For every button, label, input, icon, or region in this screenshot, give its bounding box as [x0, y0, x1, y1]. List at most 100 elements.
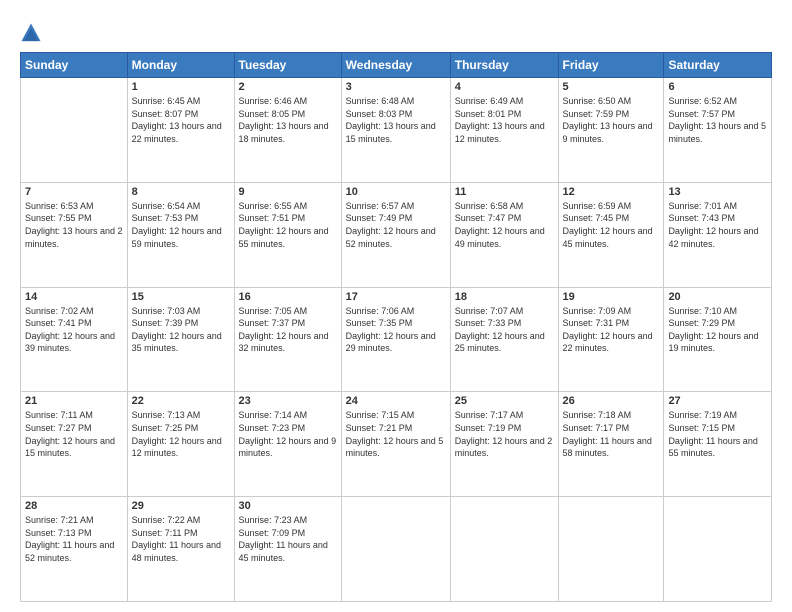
calendar-cell: 29 Sunrise: 7:22 AM Sunset: 7:11 PM Dayli…	[127, 497, 234, 602]
calendar-cell: 24 Sunrise: 7:15 AM Sunset: 7:21 PM Dayli…	[341, 392, 450, 497]
calendar-cell: 22 Sunrise: 7:13 AM Sunset: 7:25 PM Dayli…	[127, 392, 234, 497]
calendar-cell: 15 Sunrise: 7:03 AM Sunset: 7:39 PM Dayli…	[127, 287, 234, 392]
cell-day-number: 3	[346, 81, 446, 93]
day-header-friday: Friday	[558, 53, 664, 78]
cell-day-number: 4	[455, 81, 554, 93]
cell-info: Sunrise: 6:53 AM Sunset: 7:55 PM Dayligh…	[25, 200, 123, 250]
cell-day-number: 17	[346, 291, 446, 303]
day-header-tuesday: Tuesday	[234, 53, 341, 78]
cell-info: Sunrise: 7:17 AM Sunset: 7:19 PM Dayligh…	[455, 409, 554, 459]
cell-day-number: 1	[132, 81, 230, 93]
calendar-cell: 2 Sunrise: 6:46 AM Sunset: 8:05 PM Daylig…	[234, 78, 341, 183]
cell-day-number: 7	[25, 186, 123, 198]
cell-day-number: 19	[563, 291, 660, 303]
calendar-cell	[450, 497, 558, 602]
calendar-cell: 5 Sunrise: 6:50 AM Sunset: 7:59 PM Daylig…	[558, 78, 664, 183]
cell-day-number: 28	[25, 500, 123, 512]
cell-info: Sunrise: 7:03 AM Sunset: 7:39 PM Dayligh…	[132, 305, 230, 355]
calendar-week-4: 21 Sunrise: 7:11 AM Sunset: 7:27 PM Dayli…	[21, 392, 772, 497]
calendar-cell: 28Sunrise: 7:21 AM Sunset: 7:13 PM Dayli…	[21, 497, 128, 602]
cell-info: Sunrise: 6:57 AM Sunset: 7:49 PM Dayligh…	[346, 200, 446, 250]
calendar-cell	[341, 497, 450, 602]
calendar-cell: 30 Sunrise: 7:23 AM Sunset: 7:09 PM Dayli…	[234, 497, 341, 602]
cell-info: Sunrise: 7:05 AM Sunset: 7:37 PM Dayligh…	[239, 305, 337, 355]
calendar-cell: 6 Sunrise: 6:52 AM Sunset: 7:57 PM Daylig…	[664, 78, 772, 183]
calendar-cell: 3 Sunrise: 6:48 AM Sunset: 8:03 PM Daylig…	[341, 78, 450, 183]
cell-day-number: 29	[132, 500, 230, 512]
cell-day-number: 11	[455, 186, 554, 198]
calendar-cell: 26 Sunrise: 7:18 AM Sunset: 7:17 PM Dayli…	[558, 392, 664, 497]
cell-day-number: 22	[132, 395, 230, 407]
day-header-sunday: Sunday	[21, 53, 128, 78]
cell-info: Sunrise: 7:14 AM Sunset: 7:23 PM Dayligh…	[239, 409, 337, 459]
calendar-cell	[664, 497, 772, 602]
cell-info: Sunrise: 6:58 AM Sunset: 7:47 PM Dayligh…	[455, 200, 554, 250]
days-header-row: SundayMondayTuesdayWednesdayThursdayFrid…	[21, 53, 772, 78]
cell-info: Sunrise: 6:48 AM Sunset: 8:03 PM Dayligh…	[346, 95, 446, 145]
cell-day-number: 8	[132, 186, 230, 198]
cell-day-number: 2	[239, 81, 337, 93]
header	[20, 18, 772, 44]
calendar-cell: 20 Sunrise: 7:10 AM Sunset: 7:29 PM Dayli…	[664, 287, 772, 392]
cell-info: Sunrise: 7:09 AM Sunset: 7:31 PM Dayligh…	[563, 305, 660, 355]
page: SundayMondayTuesdayWednesdayThursdayFrid…	[0, 0, 792, 612]
calendar-week-1: 1 Sunrise: 6:45 AM Sunset: 8:07 PM Daylig…	[21, 78, 772, 183]
cell-info: Sunrise: 6:46 AM Sunset: 8:05 PM Dayligh…	[239, 95, 337, 145]
cell-day-number: 20	[668, 291, 767, 303]
cell-info: Sunrise: 6:49 AM Sunset: 8:01 PM Dayligh…	[455, 95, 554, 145]
cell-info: Sunrise: 6:54 AM Sunset: 7:53 PM Dayligh…	[132, 200, 230, 250]
cell-day-number: 23	[239, 395, 337, 407]
cell-info: Sunrise: 7:15 AM Sunset: 7:21 PM Dayligh…	[346, 409, 446, 459]
calendar-cell: 12Sunrise: 6:59 AM Sunset: 7:45 PM Dayli…	[558, 182, 664, 287]
calendar-body: 1 Sunrise: 6:45 AM Sunset: 8:07 PM Daylig…	[21, 78, 772, 602]
cell-info: Sunrise: 7:10 AM Sunset: 7:29 PM Dayligh…	[668, 305, 767, 355]
logo	[20, 22, 46, 44]
cell-day-number: 25	[455, 395, 554, 407]
cell-day-number: 26	[563, 395, 660, 407]
cell-info: Sunrise: 7:18 AM Sunset: 7:17 PM Dayligh…	[563, 409, 660, 459]
calendar-cell: 23 Sunrise: 7:14 AM Sunset: 7:23 PM Dayli…	[234, 392, 341, 497]
calendar-cell: 11 Sunrise: 6:58 AM Sunset: 7:47 PM Dayli…	[450, 182, 558, 287]
calendar-cell: 16 Sunrise: 7:05 AM Sunset: 7:37 PM Dayli…	[234, 287, 341, 392]
calendar-cell: 9 Sunrise: 6:55 AM Sunset: 7:51 PM Daylig…	[234, 182, 341, 287]
cell-info: Sunrise: 7:19 AM Sunset: 7:15 PM Dayligh…	[668, 409, 767, 459]
cell-day-number: 24	[346, 395, 446, 407]
cell-info: Sunrise: 7:07 AM Sunset: 7:33 PM Dayligh…	[455, 305, 554, 355]
calendar-cell: 18 Sunrise: 7:07 AM Sunset: 7:33 PM Dayli…	[450, 287, 558, 392]
cell-day-number: 30	[239, 500, 337, 512]
cell-info: Sunrise: 7:23 AM Sunset: 7:09 PM Dayligh…	[239, 514, 337, 564]
cell-day-number: 27	[668, 395, 767, 407]
cell-day-number: 14	[25, 291, 123, 303]
cell-day-number: 21	[25, 395, 123, 407]
calendar-week-2: 7 Sunrise: 6:53 AM Sunset: 7:55 PM Daylig…	[21, 182, 772, 287]
calendar-cell: 8 Sunrise: 6:54 AM Sunset: 7:53 PM Daylig…	[127, 182, 234, 287]
calendar-week-5: 28Sunrise: 7:21 AM Sunset: 7:13 PM Dayli…	[21, 497, 772, 602]
calendar-header: SundayMondayTuesdayWednesdayThursdayFrid…	[21, 53, 772, 78]
calendar-cell: 13Sunrise: 7:01 AM Sunset: 7:43 PM Dayli…	[664, 182, 772, 287]
day-header-wednesday: Wednesday	[341, 53, 450, 78]
cell-info: Sunrise: 7:06 AM Sunset: 7:35 PM Dayligh…	[346, 305, 446, 355]
cell-info: Sunrise: 6:52 AM Sunset: 7:57 PM Dayligh…	[668, 95, 767, 145]
calendar-cell	[21, 78, 128, 183]
cell-day-number: 6	[668, 81, 767, 93]
cell-day-number: 5	[563, 81, 660, 93]
cell-info: Sunrise: 7:13 AM Sunset: 7:25 PM Dayligh…	[132, 409, 230, 459]
cell-info: Sunrise: 6:45 AM Sunset: 8:07 PM Dayligh…	[132, 95, 230, 145]
cell-info: Sunrise: 6:50 AM Sunset: 7:59 PM Dayligh…	[563, 95, 660, 145]
calendar-cell	[558, 497, 664, 602]
calendar-cell: 4 Sunrise: 6:49 AM Sunset: 8:01 PM Daylig…	[450, 78, 558, 183]
cell-info: Sunrise: 7:22 AM Sunset: 7:11 PM Dayligh…	[132, 514, 230, 564]
calendar-cell: 19 Sunrise: 7:09 AM Sunset: 7:31 PM Dayli…	[558, 287, 664, 392]
day-header-thursday: Thursday	[450, 53, 558, 78]
calendar-week-3: 14 Sunrise: 7:02 AM Sunset: 7:41 PM Dayli…	[21, 287, 772, 392]
calendar-table: SundayMondayTuesdayWednesdayThursdayFrid…	[20, 52, 772, 602]
cell-day-number: 18	[455, 291, 554, 303]
cell-day-number: 15	[132, 291, 230, 303]
cell-info: Sunrise: 7:11 AM Sunset: 7:27 PM Dayligh…	[25, 409, 123, 459]
day-header-saturday: Saturday	[664, 53, 772, 78]
cell-day-number: 9	[239, 186, 337, 198]
day-header-monday: Monday	[127, 53, 234, 78]
cell-info: Sunrise: 6:55 AM Sunset: 7:51 PM Dayligh…	[239, 200, 337, 250]
cell-day-number: 16	[239, 291, 337, 303]
cell-info: Sunrise: 7:02 AM Sunset: 7:41 PM Dayligh…	[25, 305, 123, 355]
